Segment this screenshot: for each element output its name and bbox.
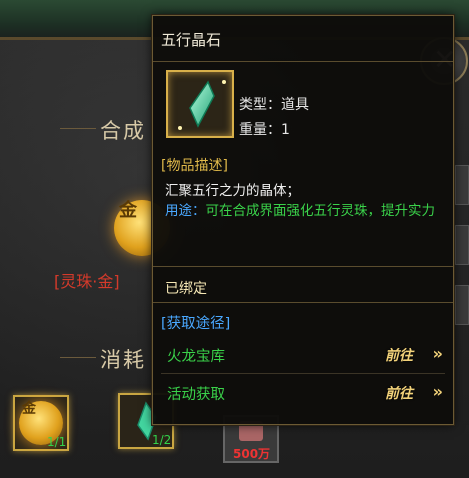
orb-char: 金 [119,200,137,221]
currency-amount: 500万 [233,447,271,461]
source-header: [获取途径] [161,316,231,332]
slot-count: 1/2 [152,433,172,447]
desc-body: 汇聚五行之力的晶体； [165,183,300,199]
goto-button[interactable]: 前往 » [381,382,443,404]
double-chevron-right-icon: » [432,382,443,401]
game-screen: ✕ 合成 金 [灵珠·金] 消耗 金 1/1 1/2 500万 五行晶石 [0,0,469,478]
source-row-2: 活动获取 前往 » [159,377,447,407]
side-tab-2[interactable] [455,225,469,265]
item-icon-frame [166,70,234,138]
usage-label: 用途： [165,203,206,219]
desc-header: [物品描述] [161,158,228,174]
source-name: 火龙宝库 [167,349,225,365]
item-tooltip: 五行晶石 类型：道具 重量：1 [物品描述] 汇聚五行之力的晶体； 用途：可在合… [152,15,454,425]
goto-button[interactable]: 前往 » [381,344,443,366]
item-type: 类型：道具 [239,97,309,113]
usage-text: 用途：可在合成界面强化五行灵珠，提升实力 [165,201,450,221]
side-tab-3[interactable] [455,285,469,325]
divider [60,128,96,129]
synth-section-title: 合成 [100,119,146,143]
source-row-1: 火龙宝库 前往 » [159,339,447,369]
slot-count: 1/1 [47,435,67,449]
divider [153,266,453,267]
divider [153,61,453,62]
side-tab-1[interactable] [455,165,469,205]
divider [161,373,445,374]
divider [60,357,96,358]
item-title: 五行晶石 [161,31,222,49]
orb-char: 金 [22,401,36,417]
divider [153,302,453,303]
orb-name-label: [灵珠·金] [54,272,120,291]
goto-label: 前往 [385,348,413,364]
source-name: 活动获取 [167,387,225,403]
green-crystal-icon [178,80,226,130]
consume-section-title: 消耗 [100,348,146,372]
double-chevron-right-icon: » [432,344,443,363]
usage-detail: 可在合成界面强化五行灵珠，提升实力 [205,203,436,219]
item-weight: 重量：1 [239,122,290,138]
goto-label: 前往 [385,386,413,402]
bound-status: 已绑定 [165,281,207,297]
material-slot-1[interactable]: 金 1/1 [13,395,69,451]
